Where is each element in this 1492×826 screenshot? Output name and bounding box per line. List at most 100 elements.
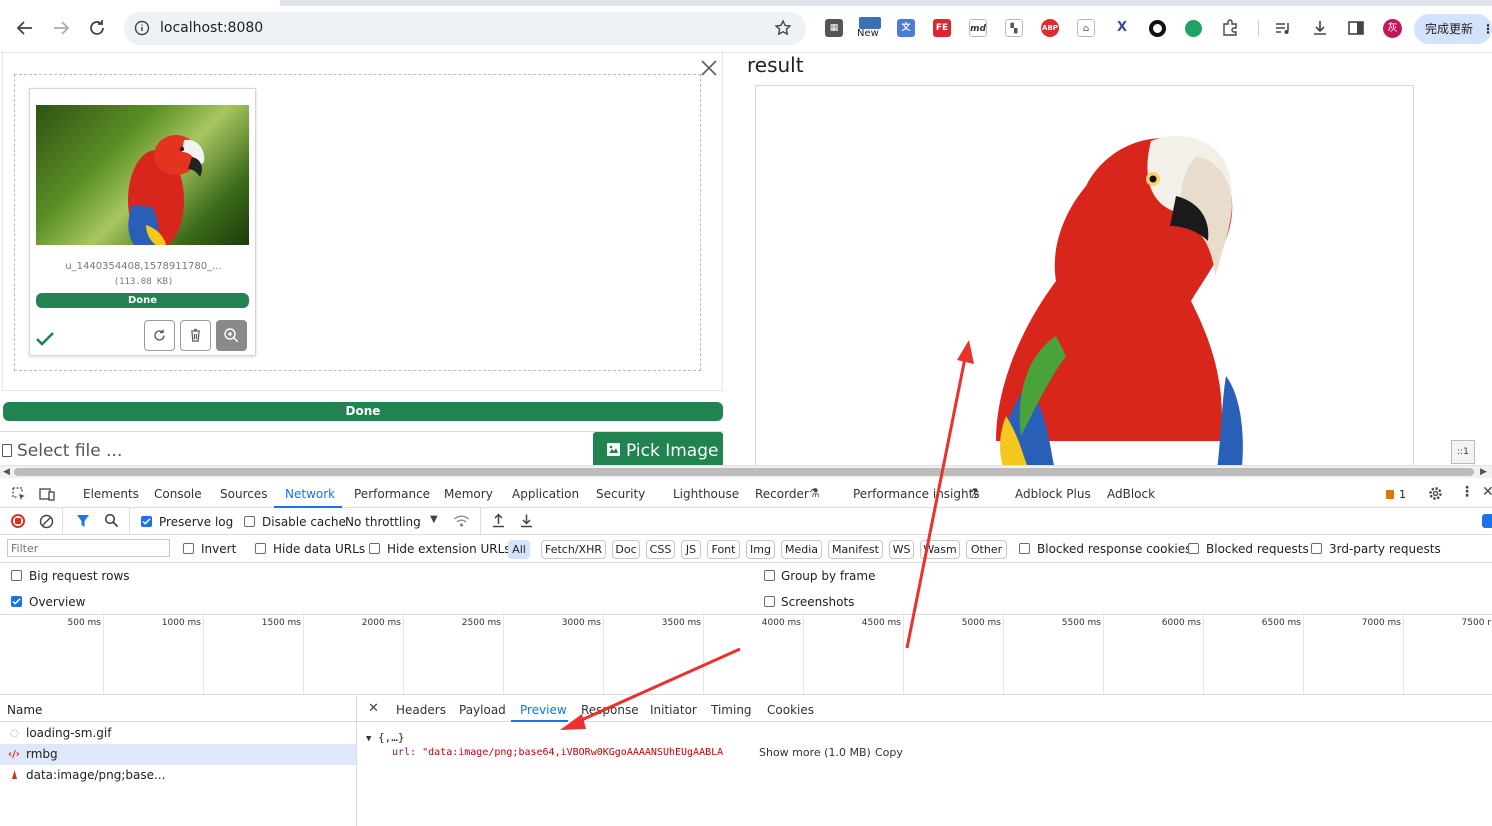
reload-icon[interactable] xyxy=(86,17,108,39)
tab-console[interactable]: Console xyxy=(154,487,202,501)
copy-link[interactable]: Copy xyxy=(875,746,903,759)
type-filter-media[interactable]: Media xyxy=(781,540,822,559)
tab-network[interactable]: Network xyxy=(285,487,335,501)
type-filter-all[interactable]: All xyxy=(508,540,530,559)
circle-extension-icon[interactable] xyxy=(1149,20,1166,37)
throttling-select[interactable]: No throttling xyxy=(345,515,421,529)
url-text[interactable]: localhost:8080 xyxy=(160,20,263,36)
big-request-rows-label[interactable]: Big request rows xyxy=(29,569,130,583)
media-control-icon[interactable] xyxy=(1274,19,1292,37)
page-horizontal-scrollbar[interactable]: ◀ ▶ xyxy=(0,465,1492,478)
scrollbar-thumb[interactable] xyxy=(14,468,1474,476)
blocked-requests-label[interactable]: Blocked requests xyxy=(1206,542,1309,556)
group-by-frame-label[interactable]: Group by frame xyxy=(781,569,875,583)
invert-label[interactable]: Invert xyxy=(201,542,236,556)
network-settings-icon[interactable] xyxy=(1482,514,1492,528)
tab-memory[interactable]: Memory xyxy=(444,487,493,501)
bookmark-star-icon[interactable] xyxy=(774,19,792,37)
download-icon[interactable] xyxy=(1311,19,1329,37)
preserve-log-label[interactable]: Preserve log xyxy=(159,515,233,529)
request-row-loading-gif[interactable]: ◌ loading-sm.gif xyxy=(0,723,356,744)
pick-image-button[interactable]: Pick Image xyxy=(593,432,723,465)
overview-label[interactable]: Overview xyxy=(29,595,86,609)
preview-value[interactable]: "data:image/png;base64,iVBORw0KGgoAAAANS… xyxy=(422,747,723,758)
type-filter-manifest[interactable]: Manifest xyxy=(828,540,883,559)
reupload-button[interactable] xyxy=(144,320,175,351)
expand-triangle-icon[interactable]: ▼ xyxy=(366,734,371,744)
hide-extension-urls-checkbox[interactable] xyxy=(369,543,380,554)
extensions-puzzle-icon[interactable] xyxy=(1221,19,1239,37)
export-har-icon[interactable] xyxy=(519,513,534,528)
issues-count[interactable]: 1 xyxy=(1399,488,1406,501)
tab-adblock[interactable]: AdBlock xyxy=(1107,487,1155,501)
zoom-button[interactable] xyxy=(216,320,247,351)
tab-lighthouse[interactable]: Lighthouse xyxy=(673,487,739,501)
type-filter-css[interactable]: CSS xyxy=(646,540,675,559)
tab-cookies[interactable]: Cookies xyxy=(767,703,814,717)
type-filter-other[interactable]: Other xyxy=(966,540,1007,559)
import-har-icon[interactable] xyxy=(491,513,506,528)
hide-data-urls-label[interactable]: Hide data URLs xyxy=(273,542,365,556)
back-icon[interactable] xyxy=(14,17,36,39)
settings-gear-icon[interactable] xyxy=(1427,485,1444,502)
adblock-plus-icon[interactable]: ABP xyxy=(1041,19,1059,37)
disable-cache-label[interactable]: Disable cache xyxy=(262,515,346,529)
fe-extension-icon[interactable]: FE xyxy=(933,19,951,37)
markdown-extension-icon[interactable]: md xyxy=(969,19,987,37)
inspect-element-icon[interactable] xyxy=(11,486,27,502)
forward-icon[interactable] xyxy=(50,17,72,39)
record-icon[interactable] xyxy=(11,514,25,528)
tab-application[interactable]: Application xyxy=(512,487,579,501)
tab-response[interactable]: Response xyxy=(581,703,639,717)
issues-icon[interactable] xyxy=(1386,490,1394,499)
type-filter-doc[interactable]: Doc xyxy=(612,540,640,559)
translate-extension-icon[interactable]: 文 xyxy=(897,19,915,37)
profile-avatar[interactable]: 灰 xyxy=(1383,19,1402,38)
overview-checkbox[interactable] xyxy=(11,596,22,607)
clear-icon[interactable] xyxy=(39,514,54,529)
browser-menu-icon[interactable]: ⋮ xyxy=(1482,14,1492,44)
type-filter-wasm[interactable]: Wasm xyxy=(920,540,960,559)
scroll-left-icon[interactable]: ◀ xyxy=(3,467,10,477)
tab-security[interactable]: Security xyxy=(596,487,645,501)
qr-scan-extension-icon[interactable]: ▚ xyxy=(1005,19,1023,37)
invert-checkbox[interactable] xyxy=(183,543,194,554)
close-detail-icon[interactable]: ✕ xyxy=(368,701,379,716)
close-icon[interactable] xyxy=(700,59,718,77)
tab-sources[interactable]: Sources xyxy=(220,487,267,501)
device-toolbar-icon[interactable] xyxy=(39,486,55,502)
tab-performance[interactable]: Performance xyxy=(354,487,430,501)
finish-update-button[interactable]: 完成更新 ⋮ xyxy=(1414,14,1492,44)
delete-button[interactable] xyxy=(180,320,211,351)
request-row-rmbg[interactable]: ‹/› rmbg xyxy=(0,744,356,765)
side-panel-icon[interactable] xyxy=(1347,19,1365,37)
house-extension-icon[interactable]: ⌂ xyxy=(1077,19,1095,37)
hide-extension-urls-label[interactable]: Hide extension URLs xyxy=(387,542,511,556)
request-row-data-image[interactable]: data:image/png;base... xyxy=(0,765,356,786)
tab-performance-insights[interactable]: Performance insights xyxy=(853,487,980,501)
chevron-down-icon[interactable]: ▼ xyxy=(430,514,438,525)
x-extension-icon[interactable]: X xyxy=(1113,19,1131,37)
tab-preview[interactable]: Preview xyxy=(520,703,567,717)
more-options-icon[interactable]: ⋮ xyxy=(1460,484,1474,500)
type-filter-font[interactable]: Font xyxy=(707,540,740,559)
filter-funnel-icon[interactable] xyxy=(76,514,90,528)
tab-recorder[interactable]: Recorder xyxy=(755,487,809,501)
close-devtools-icon[interactable]: ✕ xyxy=(1482,484,1492,500)
big-request-rows-checkbox[interactable] xyxy=(11,570,22,581)
type-filter-fetch-xhr[interactable]: Fetch/XHR xyxy=(541,540,606,559)
group-by-frame-checkbox[interactable] xyxy=(764,570,775,581)
active-tab[interactable] xyxy=(0,0,280,6)
blocked-response-cookies-checkbox[interactable] xyxy=(1019,543,1030,554)
preserve-log-checkbox[interactable] xyxy=(141,516,152,527)
new-extension-icon[interactable]: New xyxy=(857,17,883,43)
type-filter-img[interactable]: Img xyxy=(746,540,775,559)
corner-badge[interactable]: ::1 xyxy=(1451,440,1475,464)
filter-input[interactable] xyxy=(7,539,170,557)
show-more-link[interactable]: Show more (1.0 MB) xyxy=(759,746,871,759)
screenshots-label[interactable]: Screenshots xyxy=(781,595,854,609)
blocked-response-cookies-label[interactable]: Blocked response cookies xyxy=(1037,542,1191,556)
disable-cache-checkbox[interactable] xyxy=(244,516,255,527)
tab-elements[interactable]: Elements xyxy=(83,487,139,501)
green-extension-icon[interactable] xyxy=(1185,20,1202,37)
